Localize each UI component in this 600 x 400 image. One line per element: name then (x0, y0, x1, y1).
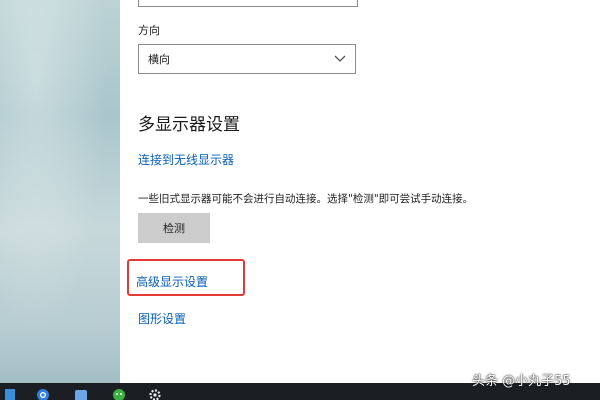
graphics-settings-link[interactable]: 图形设置 (138, 310, 186, 327)
taskbar-app-icon[interactable] (4, 386, 18, 400)
blue-browser-icon[interactable] (36, 386, 50, 400)
green-chat-icon[interactable] (112, 386, 126, 400)
orientation-label: 方向 (138, 24, 160, 37)
watermark-text: 头条 @小丸子55 (472, 374, 571, 389)
chevron-down-icon (333, 52, 347, 66)
advanced-display-settings-link[interactable]: 高级显示设置 (136, 273, 208, 290)
legacy-display-description: 一些旧式显示器可能不会进行自动连接。选择"检测"即可尝试手动连接。 (138, 193, 474, 205)
display-settings-panel: 方向 横向 多显示器设置 连接到无线显示器 一些旧式显示器可能不会进行自动连接。… (120, 0, 600, 383)
multi-display-title: 多显示器设置 (138, 115, 240, 135)
screen: 方向 横向 多显示器设置 连接到无线显示器 一些旧式显示器可能不会进行自动连接。… (0, 0, 600, 400)
app-icon[interactable] (74, 386, 88, 400)
settings-gear-icon[interactable] (148, 386, 162, 400)
previous-dropdown[interactable] (138, 0, 358, 7)
orientation-value: 横向 (148, 53, 170, 66)
detect-button[interactable]: 检测 (138, 213, 210, 243)
orientation-dropdown[interactable]: 横向 (138, 44, 356, 74)
desktop-wallpaper (0, 0, 120, 383)
connect-wireless-display-link[interactable]: 连接到无线显示器 (138, 151, 234, 168)
